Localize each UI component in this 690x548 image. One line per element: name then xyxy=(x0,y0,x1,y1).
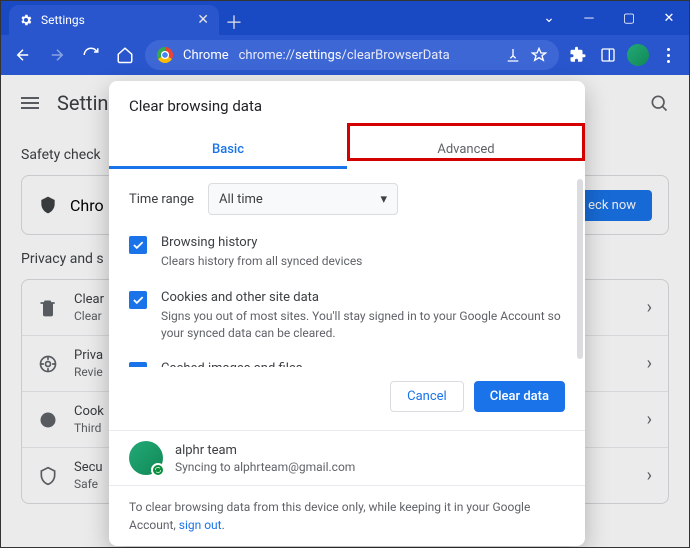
omnibox-url: chrome://settings/clearBrowserData xyxy=(239,48,495,63)
sign-out-link[interactable]: sign out xyxy=(179,518,222,532)
forward-button[interactable] xyxy=(43,41,71,69)
share-icon[interactable] xyxy=(505,47,521,63)
star-icon[interactable] xyxy=(531,47,547,63)
time-range-label: Time range xyxy=(129,192,194,207)
account-sub: Syncing to alphrteam@gmail.com xyxy=(175,460,355,474)
account-row: alphr team Syncing to alphrteam@gmail.co… xyxy=(109,430,585,486)
dialog-tabs: Basic Advanced xyxy=(109,129,585,169)
back-button[interactable] xyxy=(9,41,37,69)
window-controls: ⌄ ─ ▢ ✕ xyxy=(529,1,689,35)
footer-note: To clear browsing data from this device … xyxy=(109,486,585,546)
maximize-button[interactable]: ▢ xyxy=(609,1,649,35)
browser-tab-settings[interactable]: Settings ✕ xyxy=(9,5,219,35)
minimize-button[interactable]: ─ xyxy=(569,1,609,35)
close-button[interactable]: ✕ xyxy=(649,1,689,35)
sync-badge-icon xyxy=(151,463,165,477)
reload-button[interactable] xyxy=(77,41,105,69)
panel-button[interactable] xyxy=(595,42,621,68)
profile-avatar[interactable] xyxy=(625,42,651,68)
home-button[interactable] xyxy=(111,41,139,69)
omnibox-chrome-label: Chrome xyxy=(183,48,229,63)
titlebar: Settings ✕ ＋ ⌄ ─ ▢ ✕ xyxy=(1,1,689,35)
account-name: alphr team xyxy=(175,443,355,458)
checkbox-checked-icon xyxy=(129,236,147,254)
clear-browsing-data-dialog: Clear browsing data Basic Advanced Time … xyxy=(109,81,585,546)
extensions-button[interactable] xyxy=(565,42,591,68)
tab-advanced[interactable]: Advanced xyxy=(347,129,585,169)
tab-close-icon[interactable]: ✕ xyxy=(197,12,209,28)
dialog-title: Clear browsing data xyxy=(109,81,585,129)
scrollbar[interactable] xyxy=(577,179,583,359)
address-bar[interactable]: Chrome chrome://settings/clearBrowserDat… xyxy=(145,40,559,70)
chrome-icon xyxy=(157,47,173,63)
cancel-button[interactable]: Cancel xyxy=(390,381,464,412)
checkbox-checked-icon xyxy=(129,362,147,367)
new-tab-button[interactable]: ＋ xyxy=(219,9,249,35)
checkbox-cookies[interactable]: Cookies and other site data Signs you ou… xyxy=(129,290,565,342)
gear-icon xyxy=(19,13,33,27)
time-range-select[interactable]: All time ▾ xyxy=(208,183,398,215)
tab-basic[interactable]: Basic xyxy=(109,129,347,169)
checkbox-checked-icon xyxy=(129,291,147,309)
checkbox-cached[interactable]: Cached images and files xyxy=(129,361,565,367)
chevron-down-icon: ▾ xyxy=(381,192,388,207)
menu-button[interactable] xyxy=(655,42,681,68)
account-avatar xyxy=(129,441,163,475)
clear-data-button[interactable]: Clear data xyxy=(474,381,565,412)
tab-title: Settings xyxy=(41,13,85,27)
checkbox-browsing-history[interactable]: Browsing history Clears history from all… xyxy=(129,235,565,270)
tabs-dropdown-button[interactable]: ⌄ xyxy=(529,1,569,35)
toolbar: Chrome chrome://settings/clearBrowserDat… xyxy=(1,35,689,75)
time-range-value: All time xyxy=(219,192,263,207)
